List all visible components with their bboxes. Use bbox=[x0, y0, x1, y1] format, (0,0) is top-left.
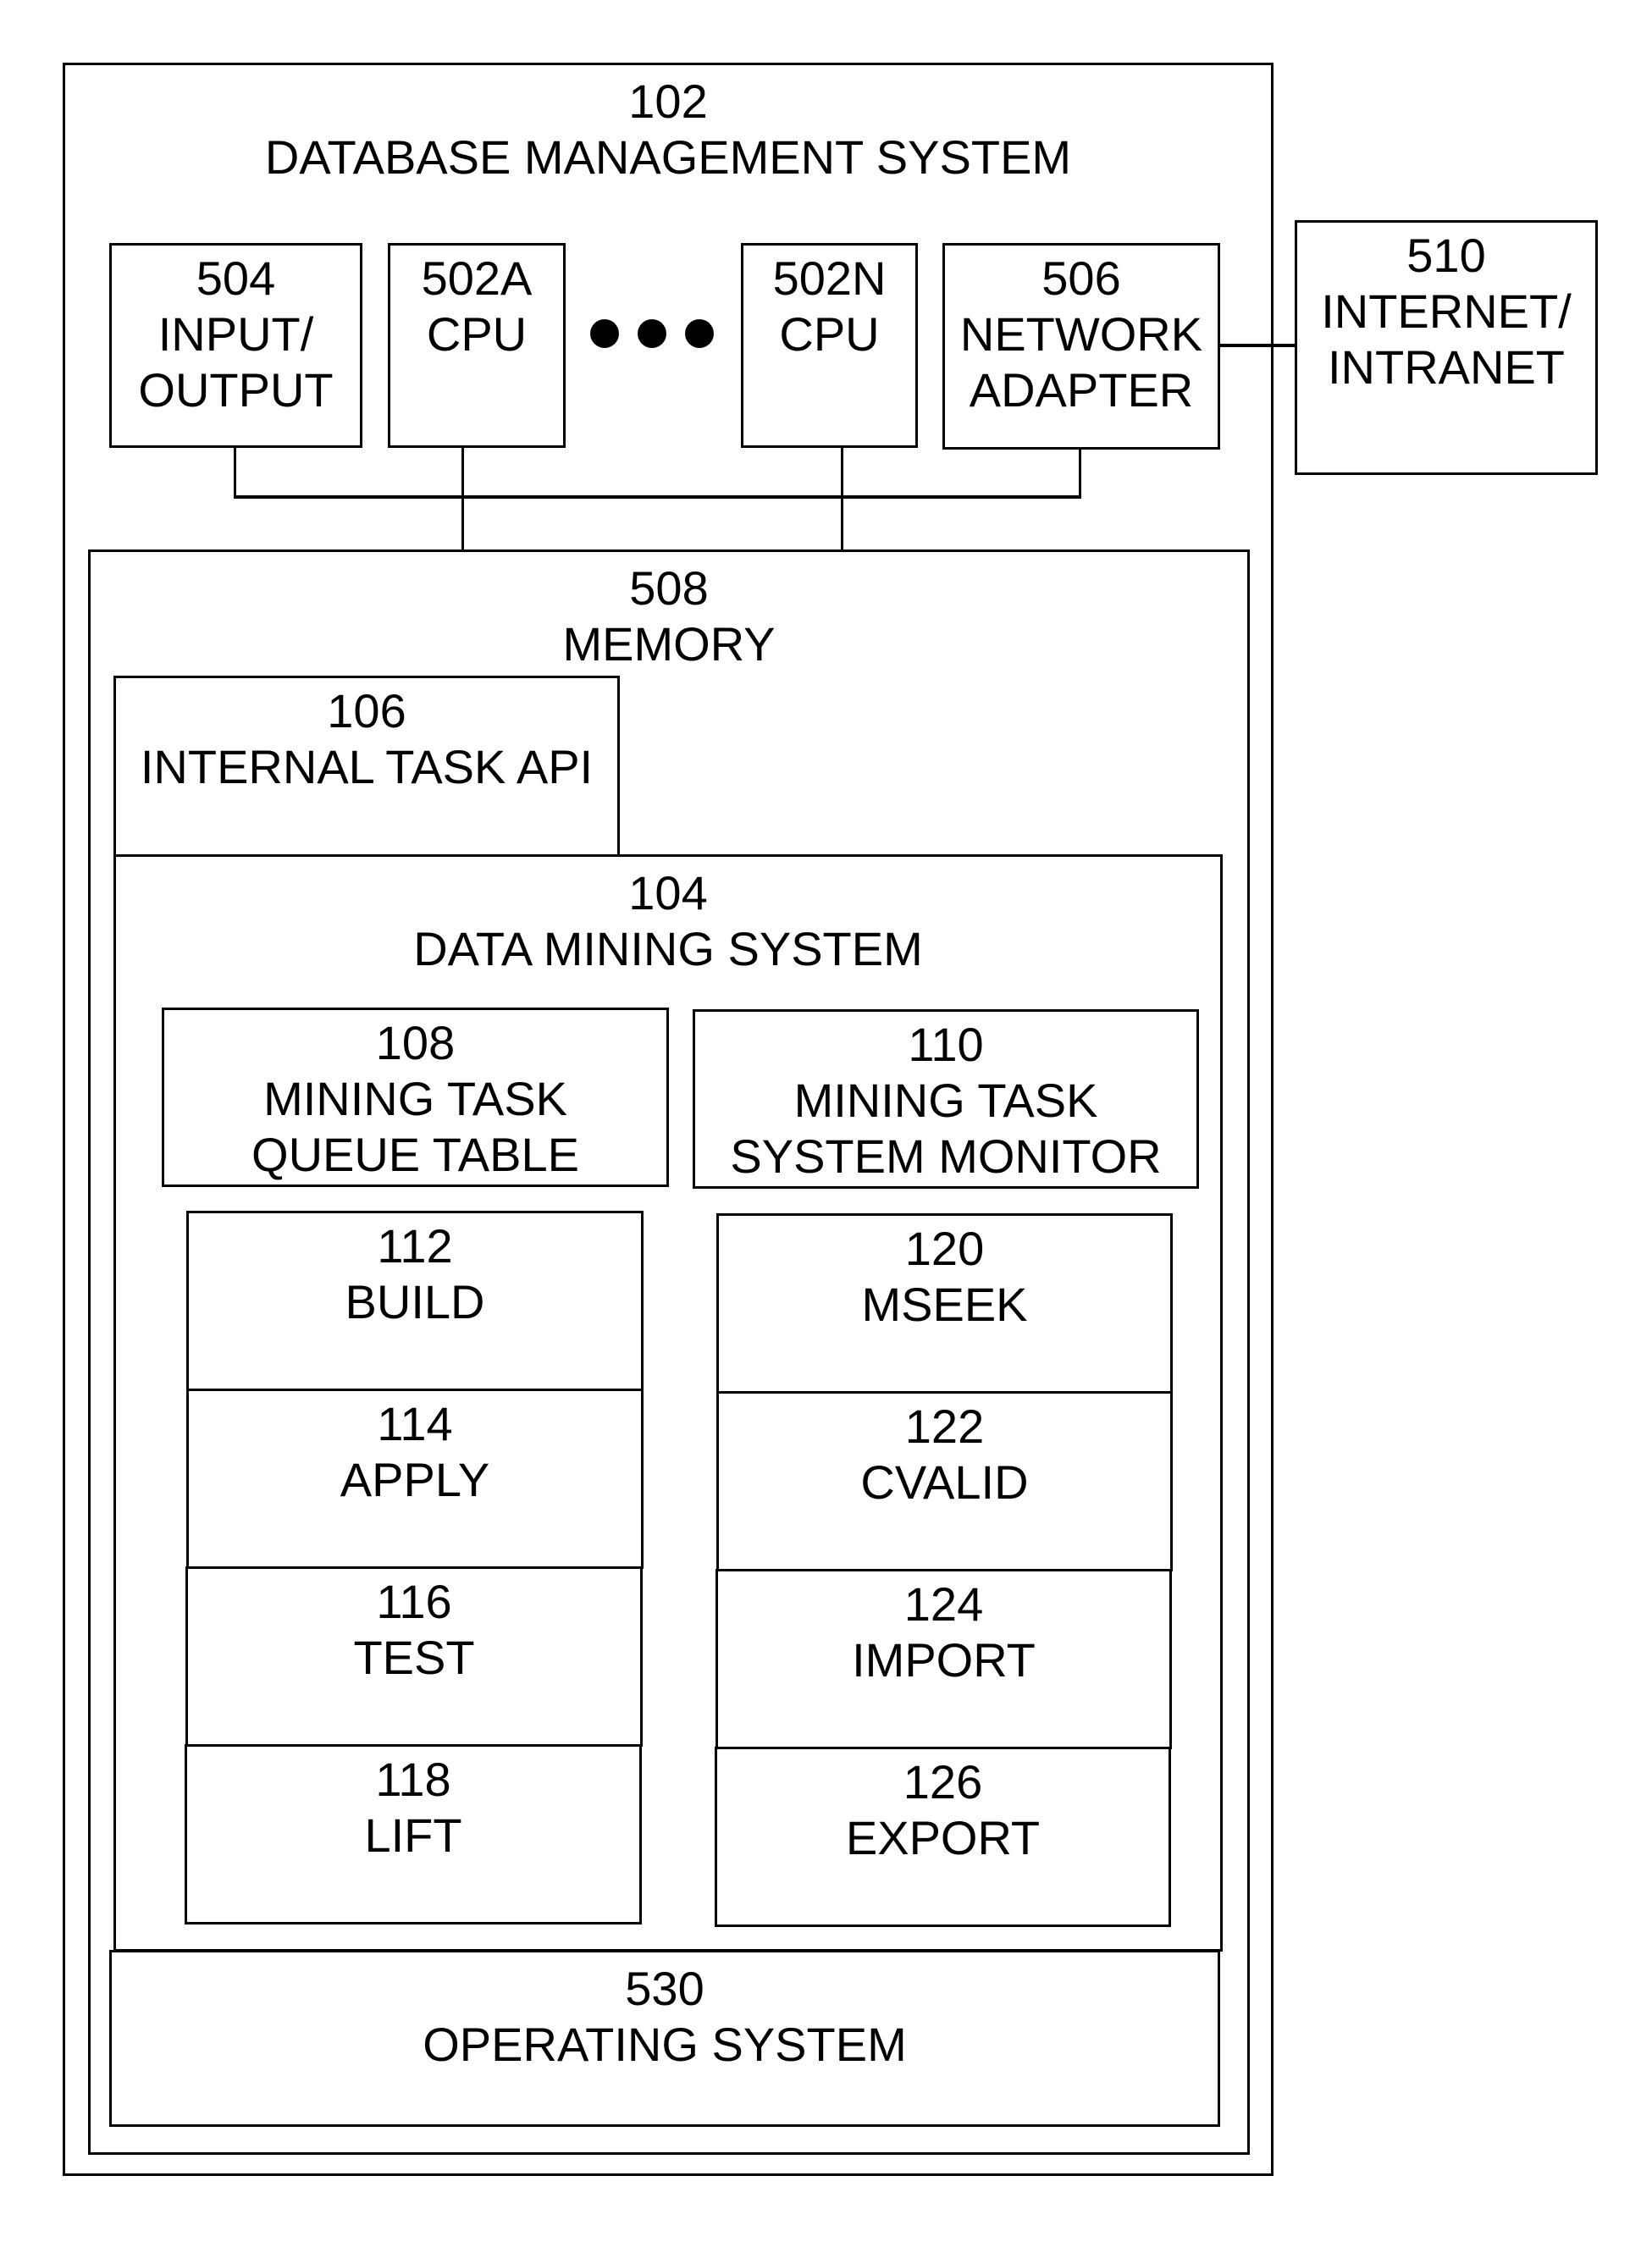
dbms-label: DATABASE MANAGEMENT SYSTEM bbox=[264, 130, 1072, 184]
cpu-a-memory-connector bbox=[461, 447, 464, 550]
queue-table-label-line2: QUEUE TABLE bbox=[251, 1128, 579, 1181]
task-label: CVALID bbox=[860, 1455, 1029, 1509]
task-label: IMPORT bbox=[852, 1633, 1036, 1687]
task-label: EXPORT bbox=[845, 1811, 1041, 1864]
task-label: BUILD bbox=[345, 1275, 485, 1328]
system-monitor-label-line1: MINING TASK bbox=[793, 1074, 1098, 1127]
network-adapter-label-line1: NETWORK bbox=[959, 307, 1203, 361]
io-bus-drop bbox=[234, 447, 236, 498]
task-label: MSEEK bbox=[861, 1278, 1028, 1331]
cpu-a-label: CPU bbox=[426, 307, 528, 361]
queue-table-box: 108 MINING TASK QUEUE TABLE bbox=[162, 1008, 669, 1187]
task-box-apply: 114 APPLY bbox=[186, 1389, 644, 1569]
task-id: 124 bbox=[903, 1577, 984, 1631]
task-box-test: 116 TEST bbox=[185, 1566, 643, 1747]
operating-system-label: OPERATING SYSTEM bbox=[423, 2018, 907, 2071]
task-box-build: 112 BUILD bbox=[186, 1211, 644, 1391]
cpu-n-id: 502N bbox=[772, 251, 887, 305]
internet-label-line1: INTERNET/ bbox=[1321, 284, 1572, 338]
task-box-lift: 118 LIFT bbox=[185, 1744, 642, 1924]
cpu-n-label: CPU bbox=[779, 307, 880, 361]
task-label: LIFT bbox=[364, 1809, 462, 1862]
task-id: 120 bbox=[904, 1222, 985, 1275]
task-box-cvalid: 122 CVALID bbox=[716, 1391, 1173, 1571]
task-id: 118 bbox=[375, 1753, 451, 1806]
cpu-n-box: 502N CPU bbox=[741, 243, 918, 448]
operating-system-id: 530 bbox=[625, 1962, 704, 2015]
task-id: 116 bbox=[376, 1575, 452, 1628]
network-adapter-label-line2: ADAPTER bbox=[969, 363, 1194, 417]
operating-system-box: 530 OPERATING SYSTEM bbox=[109, 1950, 1220, 2127]
system-monitor-box: 110 MINING TASK SYSTEM MONITOR bbox=[693, 1009, 1199, 1189]
internet-label-line2: INTRANET bbox=[1328, 340, 1565, 394]
internal-task-api-box: 106 INTERNAL TASK API bbox=[113, 676, 620, 857]
io-box: 504 INPUT/ OUTPUT bbox=[109, 243, 362, 448]
internet-box: 510 INTERNET/ INTRANET bbox=[1295, 220, 1598, 475]
cpu-a-box: 502A CPU bbox=[388, 243, 566, 448]
internet-id: 510 bbox=[1406, 229, 1486, 282]
memory-label: MEMORY bbox=[562, 617, 776, 671]
internal-task-api-label: INTERNAL TASK API bbox=[140, 740, 594, 793]
io-label-line1: INPUT/ bbox=[157, 307, 314, 361]
cpu-a-id: 502A bbox=[421, 251, 533, 305]
task-label: APPLY bbox=[340, 1453, 490, 1506]
dbms-id: 102 bbox=[628, 75, 708, 128]
data-mining-system-id: 104 bbox=[628, 866, 708, 919]
task-id: 112 bbox=[377, 1219, 453, 1273]
network-adapter-box: 506 NETWORK ADAPTER bbox=[942, 243, 1220, 450]
task-box-mseek: 120 MSEEK bbox=[716, 1213, 1173, 1394]
cpu-n-memory-connector bbox=[841, 447, 843, 550]
system-monitor-id: 110 bbox=[908, 1018, 984, 1071]
io-label-line2: OUTPUT bbox=[138, 363, 334, 417]
io-adapter-bus bbox=[234, 495, 1081, 499]
task-box-import: 124 IMPORT bbox=[715, 1569, 1172, 1749]
queue-table-label-line1: MINING TASK bbox=[263, 1072, 567, 1125]
internal-task-api-id: 106 bbox=[327, 684, 406, 737]
memory-id: 508 bbox=[629, 561, 709, 615]
system-monitor-label-line2: SYSTEM MONITOR bbox=[730, 1129, 1162, 1183]
task-id: 126 bbox=[903, 1755, 983, 1809]
adapter-bus-drop bbox=[1079, 449, 1081, 498]
task-box-export: 126 EXPORT bbox=[715, 1747, 1171, 1927]
task-id: 122 bbox=[904, 1400, 985, 1453]
io-id: 504 bbox=[196, 251, 276, 305]
data-mining-system-label: DATA MINING SYSTEM bbox=[413, 922, 923, 975]
task-label: TEST bbox=[353, 1631, 475, 1684]
task-id: 114 bbox=[377, 1397, 453, 1450]
queue-table-id: 108 bbox=[375, 1016, 456, 1069]
adapter-internet-connector bbox=[1219, 344, 1296, 347]
network-adapter-id: 506 bbox=[1041, 251, 1121, 305]
